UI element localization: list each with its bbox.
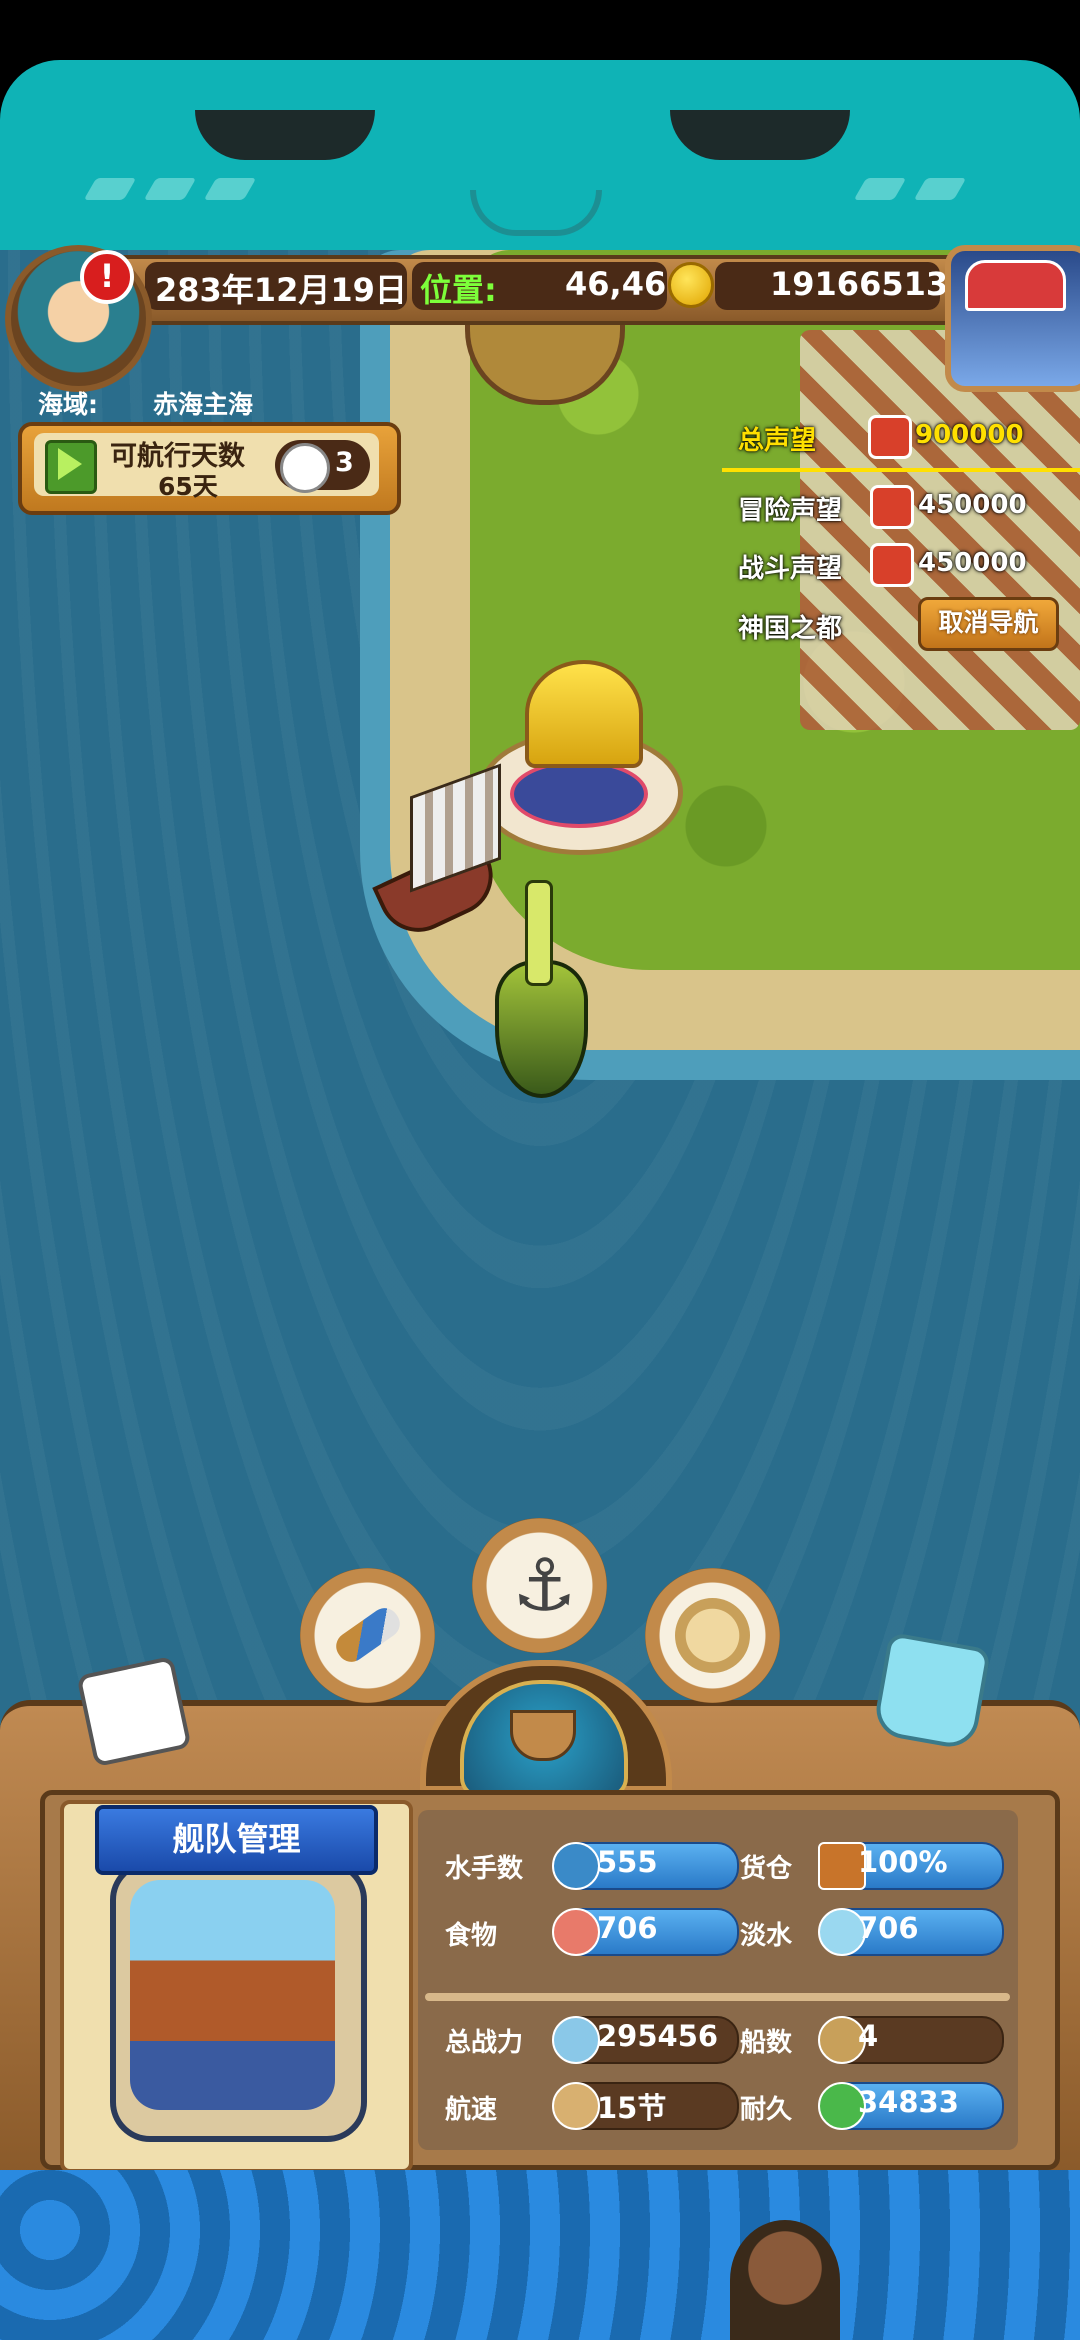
play-icon [58, 448, 82, 480]
destination-name: 神国之都 [738, 614, 843, 644]
ship-count-label: 船数 [740, 2028, 793, 2058]
banner-eye-left [195, 110, 375, 160]
water-label: 淡水 [740, 1921, 793, 1951]
treasure-chest-icon [965, 260, 1066, 311]
reputation-divider [722, 468, 1080, 472]
water-value: 706 [858, 1911, 919, 1945]
adventure-reputation-value: 450000 [918, 490, 1027, 520]
sailors-value: 555 [597, 1845, 658, 1879]
battle-reputation-label: 战斗声望 [738, 554, 843, 584]
bottom-sea-decoration [0, 2170, 1080, 2340]
sea-area-label: 海域: [38, 390, 98, 419]
ship-cutaway-image [130, 1880, 335, 2110]
sailors-label: 水手数 [445, 1854, 524, 1884]
alert-icon[interactable]: ! [80, 250, 134, 304]
compass-icon [280, 443, 330, 493]
temple-icon[interactable] [525, 660, 643, 768]
captain-icon[interactable] [730, 2220, 840, 2340]
mascot-left-icon [76, 1655, 192, 1768]
speed-label: 航速 [445, 2095, 498, 2125]
mascot-right-icon [871, 1631, 992, 1752]
fleet-count: 3 [335, 447, 354, 478]
total-power-label: 总战力 [445, 2028, 524, 2058]
world-map-icon [675, 1598, 750, 1673]
food-label: 食物 [445, 1921, 498, 1951]
cancel-navigation-button[interactable]: 取消导航 [918, 597, 1059, 651]
player-ship-mast [525, 880, 553, 986]
telescope-icon [330, 1602, 406, 1668]
total-reputation-value: 900000 [915, 420, 1024, 450]
game-date: 283年12月19日 [155, 271, 407, 309]
speed-value: 15节 [597, 2091, 667, 2125]
cargo-label: 货仓 [740, 1854, 793, 1884]
adventure-reputation-label: 冒险声望 [738, 496, 843, 526]
cargo-value: 100% [858, 1845, 948, 1879]
position-label: 位置: [420, 271, 497, 309]
battle-reputation-icon [870, 543, 914, 587]
sail-icon [552, 2082, 600, 2130]
sailor-icon [552, 1842, 600, 1890]
position-value: 46,46 [565, 265, 667, 303]
sailing-days-value: 65天 [158, 472, 218, 501]
durability-label: 耐久 [740, 2095, 793, 2125]
fleet-management-button[interactable]: 舰队管理 [95, 1805, 378, 1875]
adventure-reputation-icon [870, 485, 914, 529]
ship-count-value: 4 [858, 2019, 879, 2053]
sea-area-value: 赤海主海 [153, 390, 254, 419]
world-map-button[interactable] [645, 1568, 780, 1703]
banner-eye-right [670, 110, 850, 160]
total-power-value: 295456 [597, 2019, 719, 2053]
battle-reputation-value: 450000 [918, 548, 1027, 578]
stats-divider [425, 1993, 1010, 2001]
meat-icon [552, 1908, 600, 1956]
durability-value: 34833 [858, 2085, 959, 2119]
anchor-button[interactable]: ⚓ [472, 1518, 607, 1653]
crossed-swords-icon [552, 2016, 600, 2064]
gold-coin-icon [668, 262, 714, 308]
total-reputation-icon [868, 415, 912, 459]
food-value: 706 [597, 1911, 658, 1945]
total-reputation-label: 总声望 [738, 426, 817, 456]
gold-amount: 19166513 [770, 265, 949, 303]
telescope-button[interactable] [300, 1568, 435, 1703]
anchor-icon: ⚓ [512, 1543, 577, 1627]
temple-platform [510, 760, 648, 828]
